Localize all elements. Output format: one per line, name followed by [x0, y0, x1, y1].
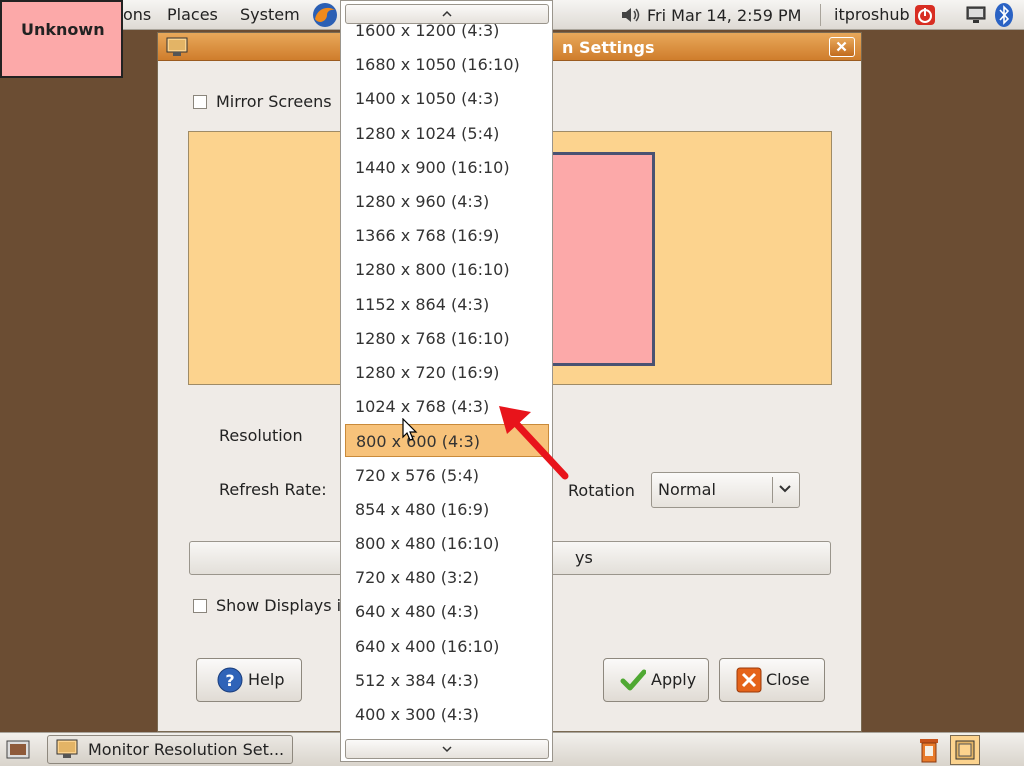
resolution-option[interactable]: 1280 x 960 (4:3) [345, 185, 549, 218]
chevron-down-icon [779, 485, 791, 493]
dialog-title: n Settings [562, 38, 655, 57]
trash-icon[interactable] [918, 736, 940, 764]
refresh-rate-label: Refresh Rate: [219, 480, 327, 499]
monitor-icon [166, 37, 188, 56]
clock[interactable]: Fri Mar 14, 2:59 PM [647, 6, 801, 25]
chevron-down-icon [442, 746, 452, 753]
rotation-value: Normal [658, 480, 716, 499]
rotation-label: Rotation [568, 481, 635, 500]
scroll-down-button[interactable] [345, 739, 549, 759]
show-displays-checkbox[interactable] [193, 599, 207, 613]
resolution-option[interactable]: 1440 x 900 (16:10) [345, 151, 549, 184]
bluetooth-icon[interactable] [994, 2, 1014, 28]
resolution-option[interactable]: 640 x 400 (16:10) [345, 630, 549, 663]
taskbar-window-button[interactable]: Monitor Resolution Set... [47, 735, 293, 764]
close-icon [836, 41, 847, 52]
panel-separator [820, 4, 821, 26]
resolution-option[interactable]: 1600 x 1200 (4:3) [345, 14, 549, 47]
combo-divider [772, 477, 773, 503]
resolution-option[interactable]: 1280 x 768 (16:10) [345, 322, 549, 355]
monitor-icon [56, 739, 78, 758]
resolution-option[interactable]: 800 x 480 (16:10) [345, 527, 549, 560]
resolution-option[interactable]: 854 x 480 (16:9) [345, 493, 549, 526]
resolution-option[interactable]: 720 x 480 (3:2) [345, 561, 549, 594]
apply-label: Apply [651, 670, 697, 689]
user-switcher[interactable]: itproshub [834, 5, 910, 24]
show-desktop-icon[interactable] [6, 739, 30, 761]
mirror-screens-checkbox[interactable] [193, 95, 207, 109]
system-menu[interactable]: System [240, 5, 300, 24]
monitor-icon [955, 740, 975, 760]
resolution-option[interactable]: 512 x 384 (4:3) [345, 664, 549, 697]
places-menu[interactable]: Places [167, 5, 218, 24]
resolution-option[interactable]: 1680 x 1050 (16:10) [345, 48, 549, 81]
resolution-label: Resolution [219, 426, 303, 445]
resolution-option[interactable]: 1152 x 864 (4:3) [345, 288, 549, 321]
firefox-icon[interactable] [311, 1, 339, 29]
resolution-option[interactable]: 1280 x 1024 (5:4) [345, 117, 549, 150]
help-icon: ? [217, 667, 243, 693]
close-icon [736, 667, 762, 693]
mouse-cursor-icon [402, 418, 418, 441]
rotation-select[interactable]: Normal [651, 472, 800, 508]
power-icon[interactable] [914, 4, 936, 26]
close-button[interactable]: Close [719, 658, 825, 702]
apply-button[interactable]: Apply [603, 658, 709, 702]
annotation-arrow-icon [499, 406, 569, 480]
network-icon[interactable] [966, 6, 986, 24]
checkmark-icon [620, 669, 646, 691]
help-button[interactable]: ? Help [196, 658, 302, 702]
resolution-option[interactable]: 1366 x 768 (16:9) [345, 219, 549, 252]
svg-text:?: ? [225, 671, 234, 690]
workspace-switcher[interactable] [950, 735, 980, 765]
unknown-overlay-label: Unknown [0, 0, 123, 78]
resolution-option[interactable]: 400 x 300 (4:3) [345, 698, 549, 731]
taskbar-window-label: Monitor Resolution Set... [88, 740, 285, 759]
resolution-option[interactable]: 640 x 480 (4:3) [345, 595, 549, 628]
resolution-option[interactable]: 1280 x 800 (16:10) [345, 253, 549, 286]
volume-icon[interactable] [620, 5, 642, 25]
resolution-dropdown-list[interactable]: 1600 x 1200 (4:3) 1680 x 1050 (16:10) 1400… [340, 0, 553, 762]
window-close-button[interactable] [829, 37, 855, 57]
show-displays-label: Show Displays i [216, 596, 342, 615]
detect-displays-label: ys [575, 548, 593, 567]
close-label: Close [766, 670, 810, 689]
resolution-option[interactable]: 1280 x 720 (16:9) [345, 356, 549, 389]
resolution-option[interactable]: 1400 x 1050 (4:3) [345, 82, 549, 115]
applications-menu[interactable]: ons [123, 5, 151, 24]
help-label: Help [248, 670, 285, 689]
mirror-screens-label: Mirror Screens [216, 92, 332, 111]
